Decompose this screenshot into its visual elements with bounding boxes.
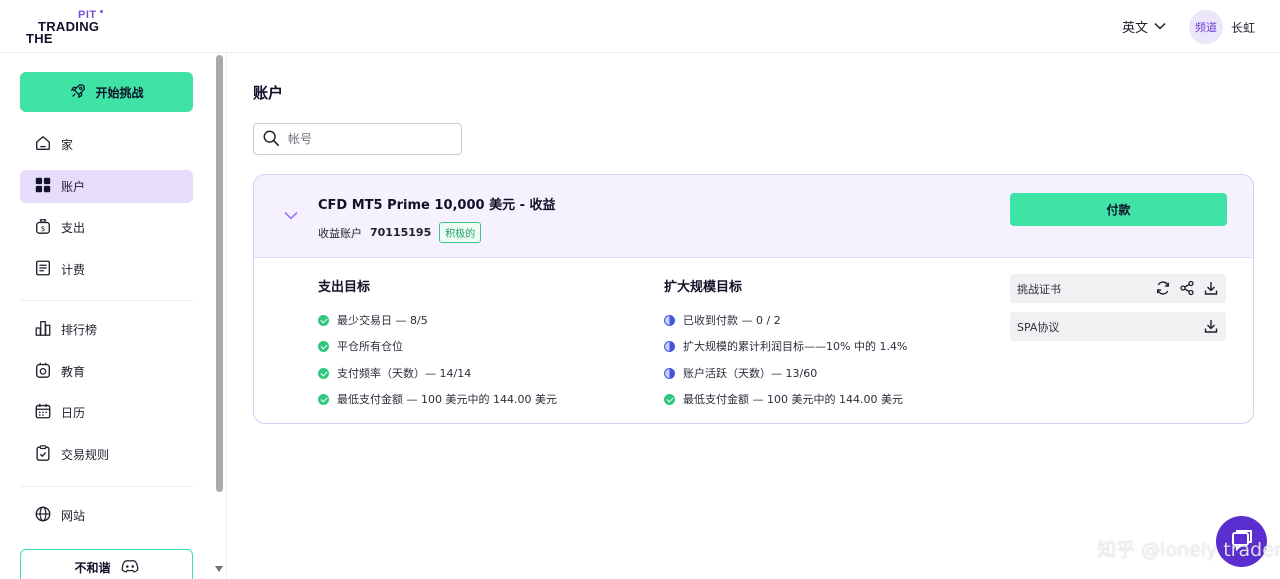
discord-icon: [121, 559, 139, 576]
grid-icon: [34, 176, 52, 197]
calendar-icon: [34, 402, 52, 423]
sidebar-item-leaderboard[interactable]: 排行榜: [20, 313, 193, 346]
account-number: 70115195: [370, 226, 432, 239]
pay-button[interactable]: 付款: [1010, 193, 1227, 226]
sidebar-item-label: 教育: [61, 365, 86, 379]
sidebar-item-label: 网站: [61, 509, 86, 523]
sidebar-item-label: 排行榜: [61, 323, 98, 337]
download-icon[interactable]: [1203, 280, 1219, 296]
download-icon[interactable]: [1203, 318, 1219, 334]
goal-text: 已收到付款 — 0 / 2: [683, 314, 781, 327]
search-icon: [262, 129, 280, 150]
progress-circle-icon: [664, 340, 675, 352]
sidebar-item-label: 支出: [61, 221, 86, 235]
certificate-row: 挑战证书: [1010, 274, 1226, 303]
logo[interactable]: PIT TRADING THE: [26, 9, 106, 46]
sidebar-item-payouts[interactable]: $ 支出: [20, 211, 193, 244]
sidebar-item-label: 账户: [61, 180, 86, 194]
sidebar-scrollbar-thumb[interactable]: [216, 55, 223, 492]
payout-goals-title: 支出目标: [318, 280, 371, 295]
refresh-icon[interactable]: [1155, 280, 1171, 296]
page-title: 账户: [253, 84, 284, 102]
watermark: 知乎 @lonely trader: [1097, 539, 1280, 561]
payout-goal-item: 最低支付金额 — 100 美元中的 144.00 美元: [318, 391, 557, 407]
status-badge: 积极的: [439, 222, 482, 243]
goal-text: 最低支付金额 — 100 美元中的 144.00 美元: [337, 393, 557, 406]
discord-button[interactable]: 不和谐: [20, 549, 193, 579]
sidebar-item-billing[interactable]: 计费: [20, 253, 193, 286]
sidebar-item-accounts[interactable]: 账户: [20, 170, 193, 203]
goal-text: 支付频率（天数）— 14/14: [337, 367, 472, 380]
goal-text: 最少交易日 — 8/5: [337, 314, 428, 327]
start-challenge-button[interactable]: 开始挑战: [20, 72, 193, 112]
goal-text: 账户活跃（天数）— 13/60: [683, 367, 818, 380]
certificate-label: 挑战证书: [1017, 282, 1061, 296]
goal-text: 平仓所有仓位: [337, 340, 403, 353]
clipboard-icon: [34, 444, 52, 465]
check-circle-icon: [318, 367, 329, 379]
account-card-header: CFD MT5 Prime 10,000 美元 - 收益 收益账户 701151…: [254, 175, 1253, 258]
sidebar-item-label: 交易规则: [61, 448, 110, 462]
search-input[interactable]: [288, 132, 448, 146]
check-circle-icon: [318, 393, 329, 405]
rocket-icon: [69, 82, 87, 103]
sidebar-item-calendar[interactable]: 日历: [20, 396, 193, 429]
check-circle-icon: [318, 340, 329, 352]
goal-text: 最低支付金额 — 100 美元中的 144.00 美元: [683, 393, 903, 406]
svg-text:$: $: [41, 224, 46, 233]
sidebar-item-home[interactable]: 家: [20, 128, 193, 161]
education-icon: [34, 361, 52, 382]
sidebar-item-label: 家: [61, 138, 74, 152]
spa-agreement-actions: [1203, 318, 1219, 334]
language-label: 英文: [1122, 21, 1149, 36]
scaling-goal-item: 已收到付款 — 0 / 2: [664, 312, 781, 328]
scaling-goal-item: 账户活跃（天数）— 13/60: [664, 365, 817, 381]
progress-circle-icon: [664, 367, 675, 379]
money-bag-icon: $: [34, 217, 52, 238]
scaling-goals-title: 扩大规模目标: [664, 280, 743, 295]
payout-goal-item: 最少交易日 — 8/5: [318, 312, 428, 328]
scaling-goal-item: 扩大规模的累计利润目标——10% 中的 1.4%: [664, 338, 907, 354]
sidebar-item-trading-rules[interactable]: 交易规则: [20, 438, 193, 471]
leaderboard-icon: [34, 319, 52, 340]
payout-goal-item: 支付频率（天数）— 14/14: [318, 365, 471, 381]
top-bar: PIT TRADING THE 英文 频道 长虹: [0, 0, 1280, 53]
share-icon[interactable]: [1179, 280, 1195, 296]
home-icon: [34, 134, 52, 155]
spa-agreement-row: SPA协议: [1010, 312, 1226, 341]
goal-text: 扩大规模的累计利润目标——10% 中的 1.4%: [683, 340, 908, 353]
spa-agreement-label: SPA协议: [1017, 320, 1060, 334]
collapse-chevron-icon[interactable]: [284, 209, 298, 223]
sidebar: 开始挑战 家 账户 $ 支出 计费 排行榜 教育 日历 交易规则 网站 不和谐: [0, 53, 227, 579]
avatar[interactable]: 频道: [1189, 10, 1223, 44]
account-title: CFD MT5 Prime 10,000 美元 - 收益: [318, 198, 556, 213]
chevron-down-icon: [1154, 19, 1166, 34]
certificate-actions: [1155, 280, 1219, 296]
sidebar-item-label: 计费: [61, 263, 86, 277]
invoice-icon: [34, 259, 52, 280]
sidebar-item-website[interactable]: 网站: [20, 499, 193, 532]
logo-dot: [100, 10, 103, 13]
logo-the: THE: [26, 31, 53, 46]
check-circle-icon: [664, 393, 675, 405]
language-select[interactable]: 英文: [1122, 17, 1166, 36]
start-challenge-label: 开始挑战: [95, 85, 144, 100]
sidebar-item-education[interactable]: 教育: [20, 355, 193, 388]
progress-circle-icon: [664, 314, 675, 326]
sidebar-item-label: 日历: [61, 406, 86, 420]
search-box[interactable]: [253, 123, 462, 155]
sidebar-divider: [20, 300, 193, 301]
scaling-goal-item: 最低支付金额 — 100 美元中的 144.00 美元: [664, 391, 903, 407]
account-type: 收益账户: [318, 226, 362, 240]
globe-icon: [34, 505, 52, 526]
payout-goal-item: 平仓所有仓位: [318, 338, 403, 354]
check-circle-icon: [318, 314, 329, 326]
username[interactable]: 长虹: [1231, 19, 1255, 36]
sidebar-divider: [20, 486, 193, 487]
account-info: 收益账户 70115195 积极的: [318, 222, 482, 243]
scroll-down-arrow[interactable]: [215, 566, 223, 572]
discord-button-label: 不和谐: [74, 560, 111, 575]
account-card: CFD MT5 Prime 10,000 美元 - 收益 收益账户 701151…: [253, 174, 1254, 424]
